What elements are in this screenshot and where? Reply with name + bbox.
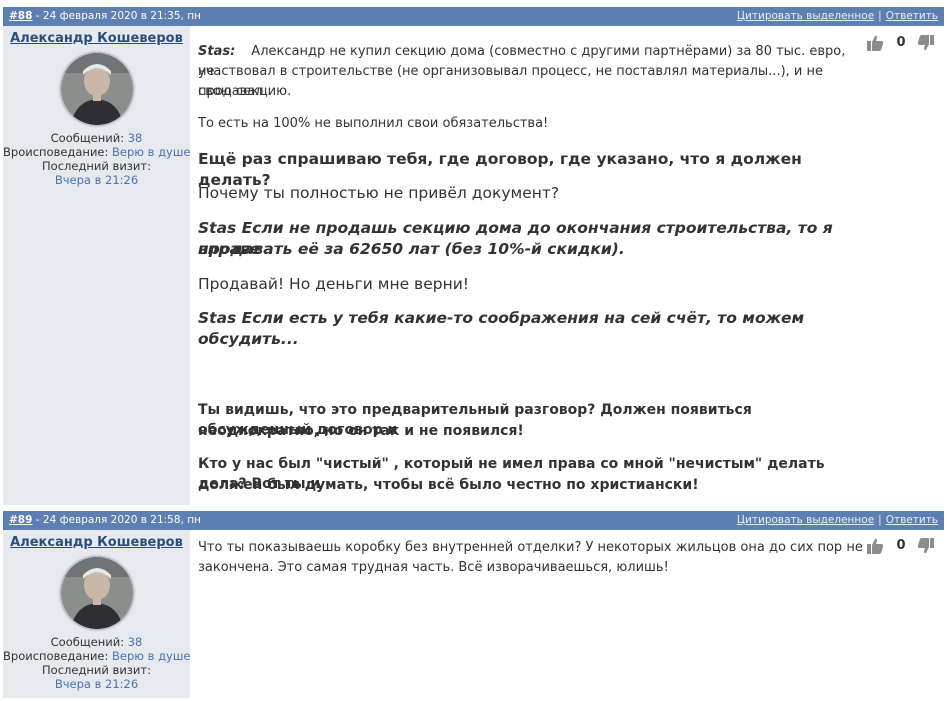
thumbs-down-icon[interactable]	[917, 34, 935, 52]
quote-selected-link[interactable]: Цитировать выделенное	[737, 514, 874, 526]
church-value: Верю в душе	[112, 145, 191, 159]
link-separator: |	[878, 514, 882, 526]
quote-author: Stas:	[198, 44, 236, 59]
post-line: закончена. Это самая трудная часть. Всё …	[198, 560, 669, 575]
last-visit-label: Последний визит:	[42, 159, 151, 173]
post-line: Что ты показываешь коробку без внутренне…	[198, 540, 863, 555]
reply-link[interactable]: Ответить	[886, 514, 938, 526]
author-panel: Александр Кошеверов Сообщений: 38 Вроисп…	[3, 530, 190, 698]
post-line: обсудить...	[198, 330, 299, 348]
avatar-photo	[61, 557, 133, 629]
author-name-link[interactable]: Александр Кошеверов	[3, 31, 190, 46]
post-88: #88 - 24 февраля 2020 в 21:35, пн Цитиро…	[3, 7, 944, 505]
post-header: #89 - 24 февраля 2020 в 21:58, пн Цитиро…	[3, 511, 944, 530]
post-number-link[interactable]: #88	[9, 10, 32, 22]
post-line: То есть на 100% не выполнил свои обязате…	[198, 116, 549, 131]
vote-count: 0	[896, 35, 906, 50]
vote-box: 0	[866, 34, 938, 54]
post-line: Stas Если есть у тебя какие-то соображен…	[198, 309, 805, 327]
post-date: - 24 февраля 2020 в 21:35, пн	[32, 10, 201, 22]
thumbs-up-icon[interactable]	[866, 34, 884, 52]
author-stats: Сообщений: 38 Вроисповедание: Верю в душ…	[3, 635, 190, 691]
link-separator: |	[878, 10, 882, 22]
vote-count: 0	[896, 538, 906, 553]
post-date: - 24 февраля 2020 в 21:58, пн	[32, 514, 201, 526]
post-line: свою секцию.	[198, 84, 292, 99]
vote-box: 0	[866, 537, 938, 557]
post-line: Почему ты полностью не привёл документ?	[198, 184, 560, 202]
post-line: неоднократно, но он так и не появился!	[198, 423, 524, 439]
post-89: #89 - 24 февраля 2020 в 21:58, пн Цитиро…	[3, 511, 944, 701]
avatar-photo	[61, 53, 133, 125]
church-label: Вроисповедание:	[3, 145, 109, 159]
quote-selected-link[interactable]: Цитировать выделенное	[737, 10, 874, 22]
avatar[interactable]	[60, 556, 134, 630]
messages-count: 38	[127, 635, 143, 649]
post-number-link[interactable]: #89	[9, 514, 32, 526]
author-stats: Сообщений: 38 Вроисповедание: Верю в душ…	[3, 131, 190, 187]
last-visit-value: Вчера в 21:26	[54, 677, 139, 691]
avatar[interactable]	[60, 52, 134, 126]
post-line: Продавай! Но деньги мне верни!	[198, 275, 469, 293]
author-name-link[interactable]: Александр Кошеверов	[3, 535, 190, 550]
last-visit-label: Последний визит:	[42, 663, 151, 677]
reply-link[interactable]: Ответить	[886, 10, 938, 22]
messages-label: Сообщений:	[50, 635, 125, 649]
messages-label: Сообщений:	[50, 131, 125, 145]
messages-count: 38	[127, 131, 143, 145]
church-value: Верю в душе	[112, 649, 191, 663]
author-panel: Александр Кошеверов Сообщений: 38 Вроисп…	[3, 26, 190, 505]
post-line: продавать её за 62650 лат (без 10%-й ски…	[198, 240, 625, 258]
post-line: должен был думать, чтобы всё было честно…	[198, 477, 699, 493]
thumbs-down-icon[interactable]	[917, 537, 935, 555]
post-header: #88 - 24 февраля 2020 в 21:35, пн Цитиро…	[3, 7, 944, 26]
last-visit-value: Вчера в 21:26	[54, 173, 139, 187]
thumbs-up-icon[interactable]	[866, 537, 884, 555]
church-label: Вроисповедание:	[3, 649, 109, 663]
